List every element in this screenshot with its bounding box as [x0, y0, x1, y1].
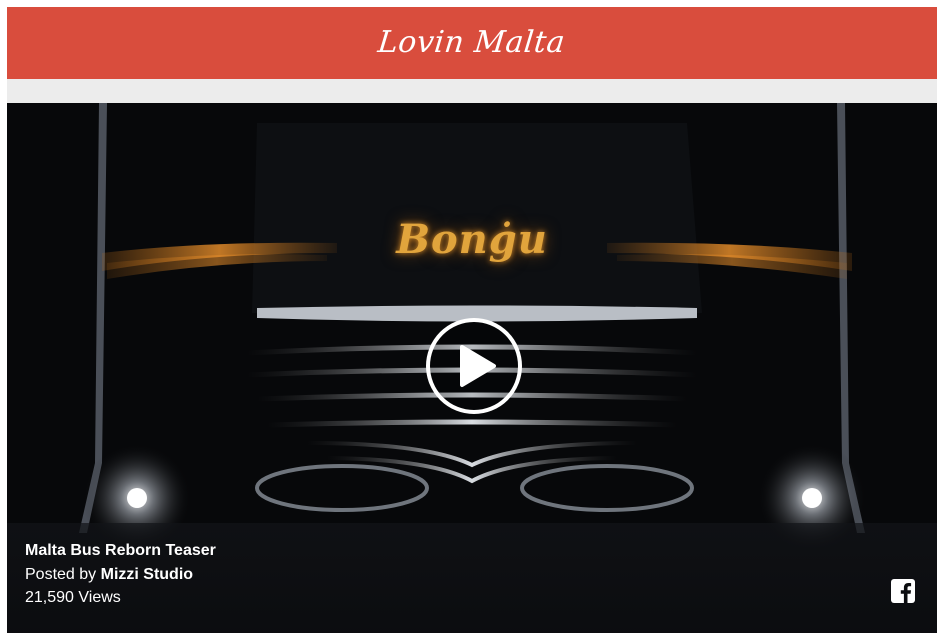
video-title[interactable]: Malta Bus Reborn Teaser [25, 542, 216, 560]
view-count: 21,590 Views [25, 589, 121, 606]
posted-by-line: Posted by Mizzi Studio [25, 566, 193, 584]
play-button[interactable] [426, 318, 522, 414]
play-icon [460, 345, 496, 387]
thumbnail-brand-text: Bonġu [396, 216, 548, 263]
posted-by-label: Posted by [25, 566, 97, 583]
video-player[interactable]: Bonġu Malta Bus Reborn Teaser Posted by … [7, 103, 937, 633]
facebook-icon[interactable] [891, 579, 915, 603]
site-header: Lovin Malta [7, 7, 937, 79]
site-logo[interactable]: Lovin Malta [377, 25, 568, 60]
header-spacer [7, 79, 937, 103]
author-link[interactable]: Mizzi Studio [101, 566, 193, 583]
page: Lovin Malta Bonġu Malta Bus Reborn Tease… [0, 0, 937, 633]
